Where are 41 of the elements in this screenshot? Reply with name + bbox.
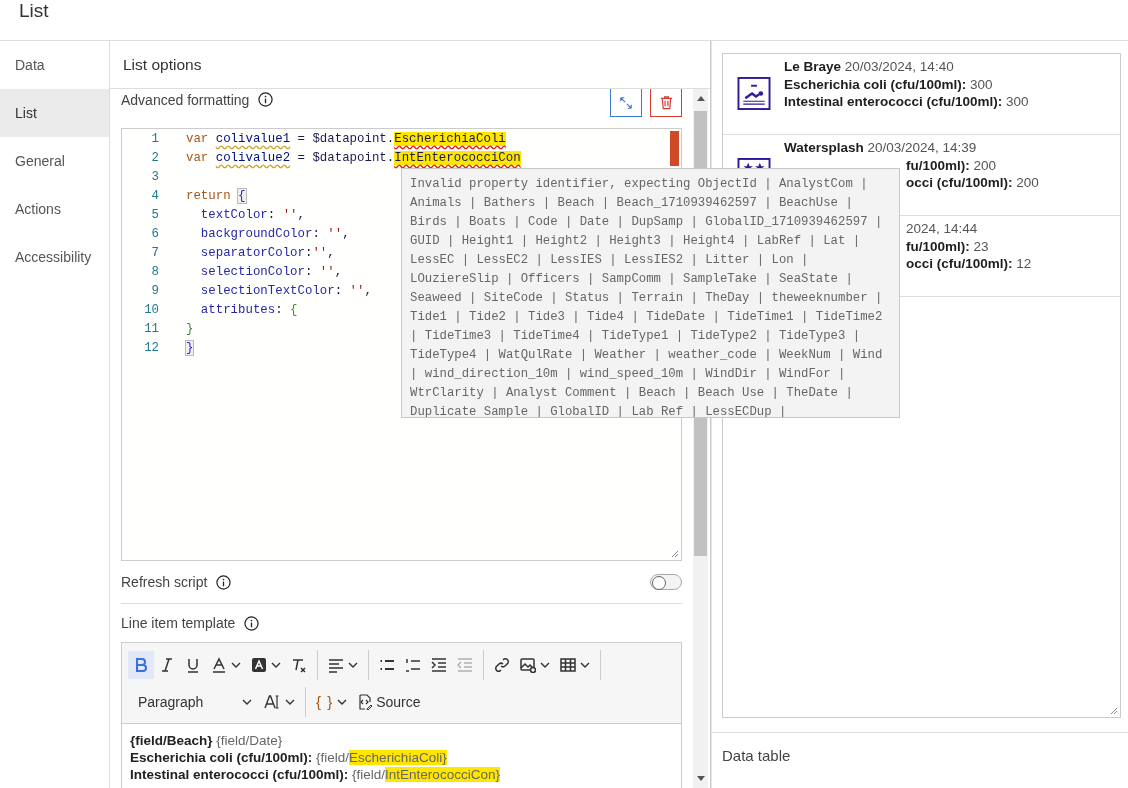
line-number: 2 — [150, 150, 159, 165]
code-line: selectionColor: '', — [199, 264, 343, 279]
code-line: var colivalue2 = $datapoint.IntEnterococciCon — [186, 150, 521, 165]
line-number: 12 — [143, 340, 159, 355]
code-line: separatorColor:'', — [199, 245, 335, 260]
code-line: var colivalue1 = $datapoint.EscherichiaColi — [186, 131, 506, 146]
item-title: 2024, 14:44 — [906, 220, 978, 238]
item-detail: occi (cfu/100ml): 200 — [906, 174, 1039, 192]
item-detail: occi (cfu/100ml): 12 — [906, 255, 1032, 273]
line-number: 7 — [150, 245, 159, 260]
panel-title: List options — [123, 55, 202, 74]
line-number: 8 — [150, 264, 159, 279]
line-number: 4 — [150, 188, 159, 203]
code-line: } — [186, 321, 194, 336]
code-line: return { — [186, 188, 246, 203]
section-label: Data table — [722, 747, 791, 764]
line-number: 11 — [143, 321, 159, 336]
line-number: 5 — [150, 207, 159, 222]
item-detail: fu/100ml): 200 — [906, 156, 997, 174]
section-label: Refresh script — [121, 574, 208, 590]
line-number: 6 — [150, 226, 159, 241]
line-number: 9 — [150, 283, 159, 298]
item-detail: Intestinal enterococci (cfu/100ml): 300 — [784, 93, 1029, 111]
line-number: 1 — [150, 131, 159, 146]
page-title: List — [19, 0, 49, 22]
code-line: textColor: '', — [199, 207, 305, 222]
code-line: attributes: { — [199, 302, 298, 317]
item-detail: Escherichia coli (cfu/100ml): 300 — [784, 75, 993, 93]
item-title: Le Braye 20/03/2024, 14:40 — [784, 58, 954, 76]
template-line: Escherichia coli (cfu/100ml): {field/EscherichiaColi} — [130, 749, 448, 766]
section-label: Advanced formatting — [121, 92, 250, 108]
code-line: selectionTextColor: '', — [199, 283, 372, 298]
item-detail: fu/100ml): 23 — [906, 237, 989, 255]
section-label: Line item template — [121, 615, 236, 631]
template-line: Intestinal enterococci (cfu/100ml): {field/IntEnterococciCon} — [130, 766, 501, 783]
item-title: Watersplash 20/03/2024, 14:39 — [784, 139, 977, 157]
error-tooltip: Invalid property identifier, expecting ObjectId | AnalystCom | Animals | Bathers | Beach | Beach_1710939462597 | BeachUse | Birds | Boats | Code | Date | DupSamp | GlobalID_1710939462597 | GUID | Height1 | Height2 | Height3 | Height4 | LabRef | Lat | LessEC | LessEC2 | LessIES | LessIES2 | Litter | Lon | LOuziereSlip | Officers | SampComm | SampleTake | SeaState | Seaweed | SiteCode | Status | Terrain | TheDay | theweeknumber | Tide1 | Tide2 | Tide3 | Tide4 | TideDate | TideTime1 | TideTime2 | TideTime3 | TideTime4 | TideType1 | TideType2 | TideType3 | TideType4 | WatQulRate | Weather | weather_code | WeekNum | Wind | wind_direction_10m | wind_speed_10m | WindDir | WindFor | WtrClarity | Analyst Comment | Beach | Beach Use | TheDate | Duplicate Sample | GlobalID | Lab Ref | LessECDup | — [401, 168, 900, 418]
line-number: 3 — [150, 169, 159, 184]
code-line: backgroundColor: '', — [199, 226, 350, 241]
line-number: 10 — [143, 302, 159, 317]
template-line: {field/Beach} {field/Date} — [130, 732, 284, 749]
